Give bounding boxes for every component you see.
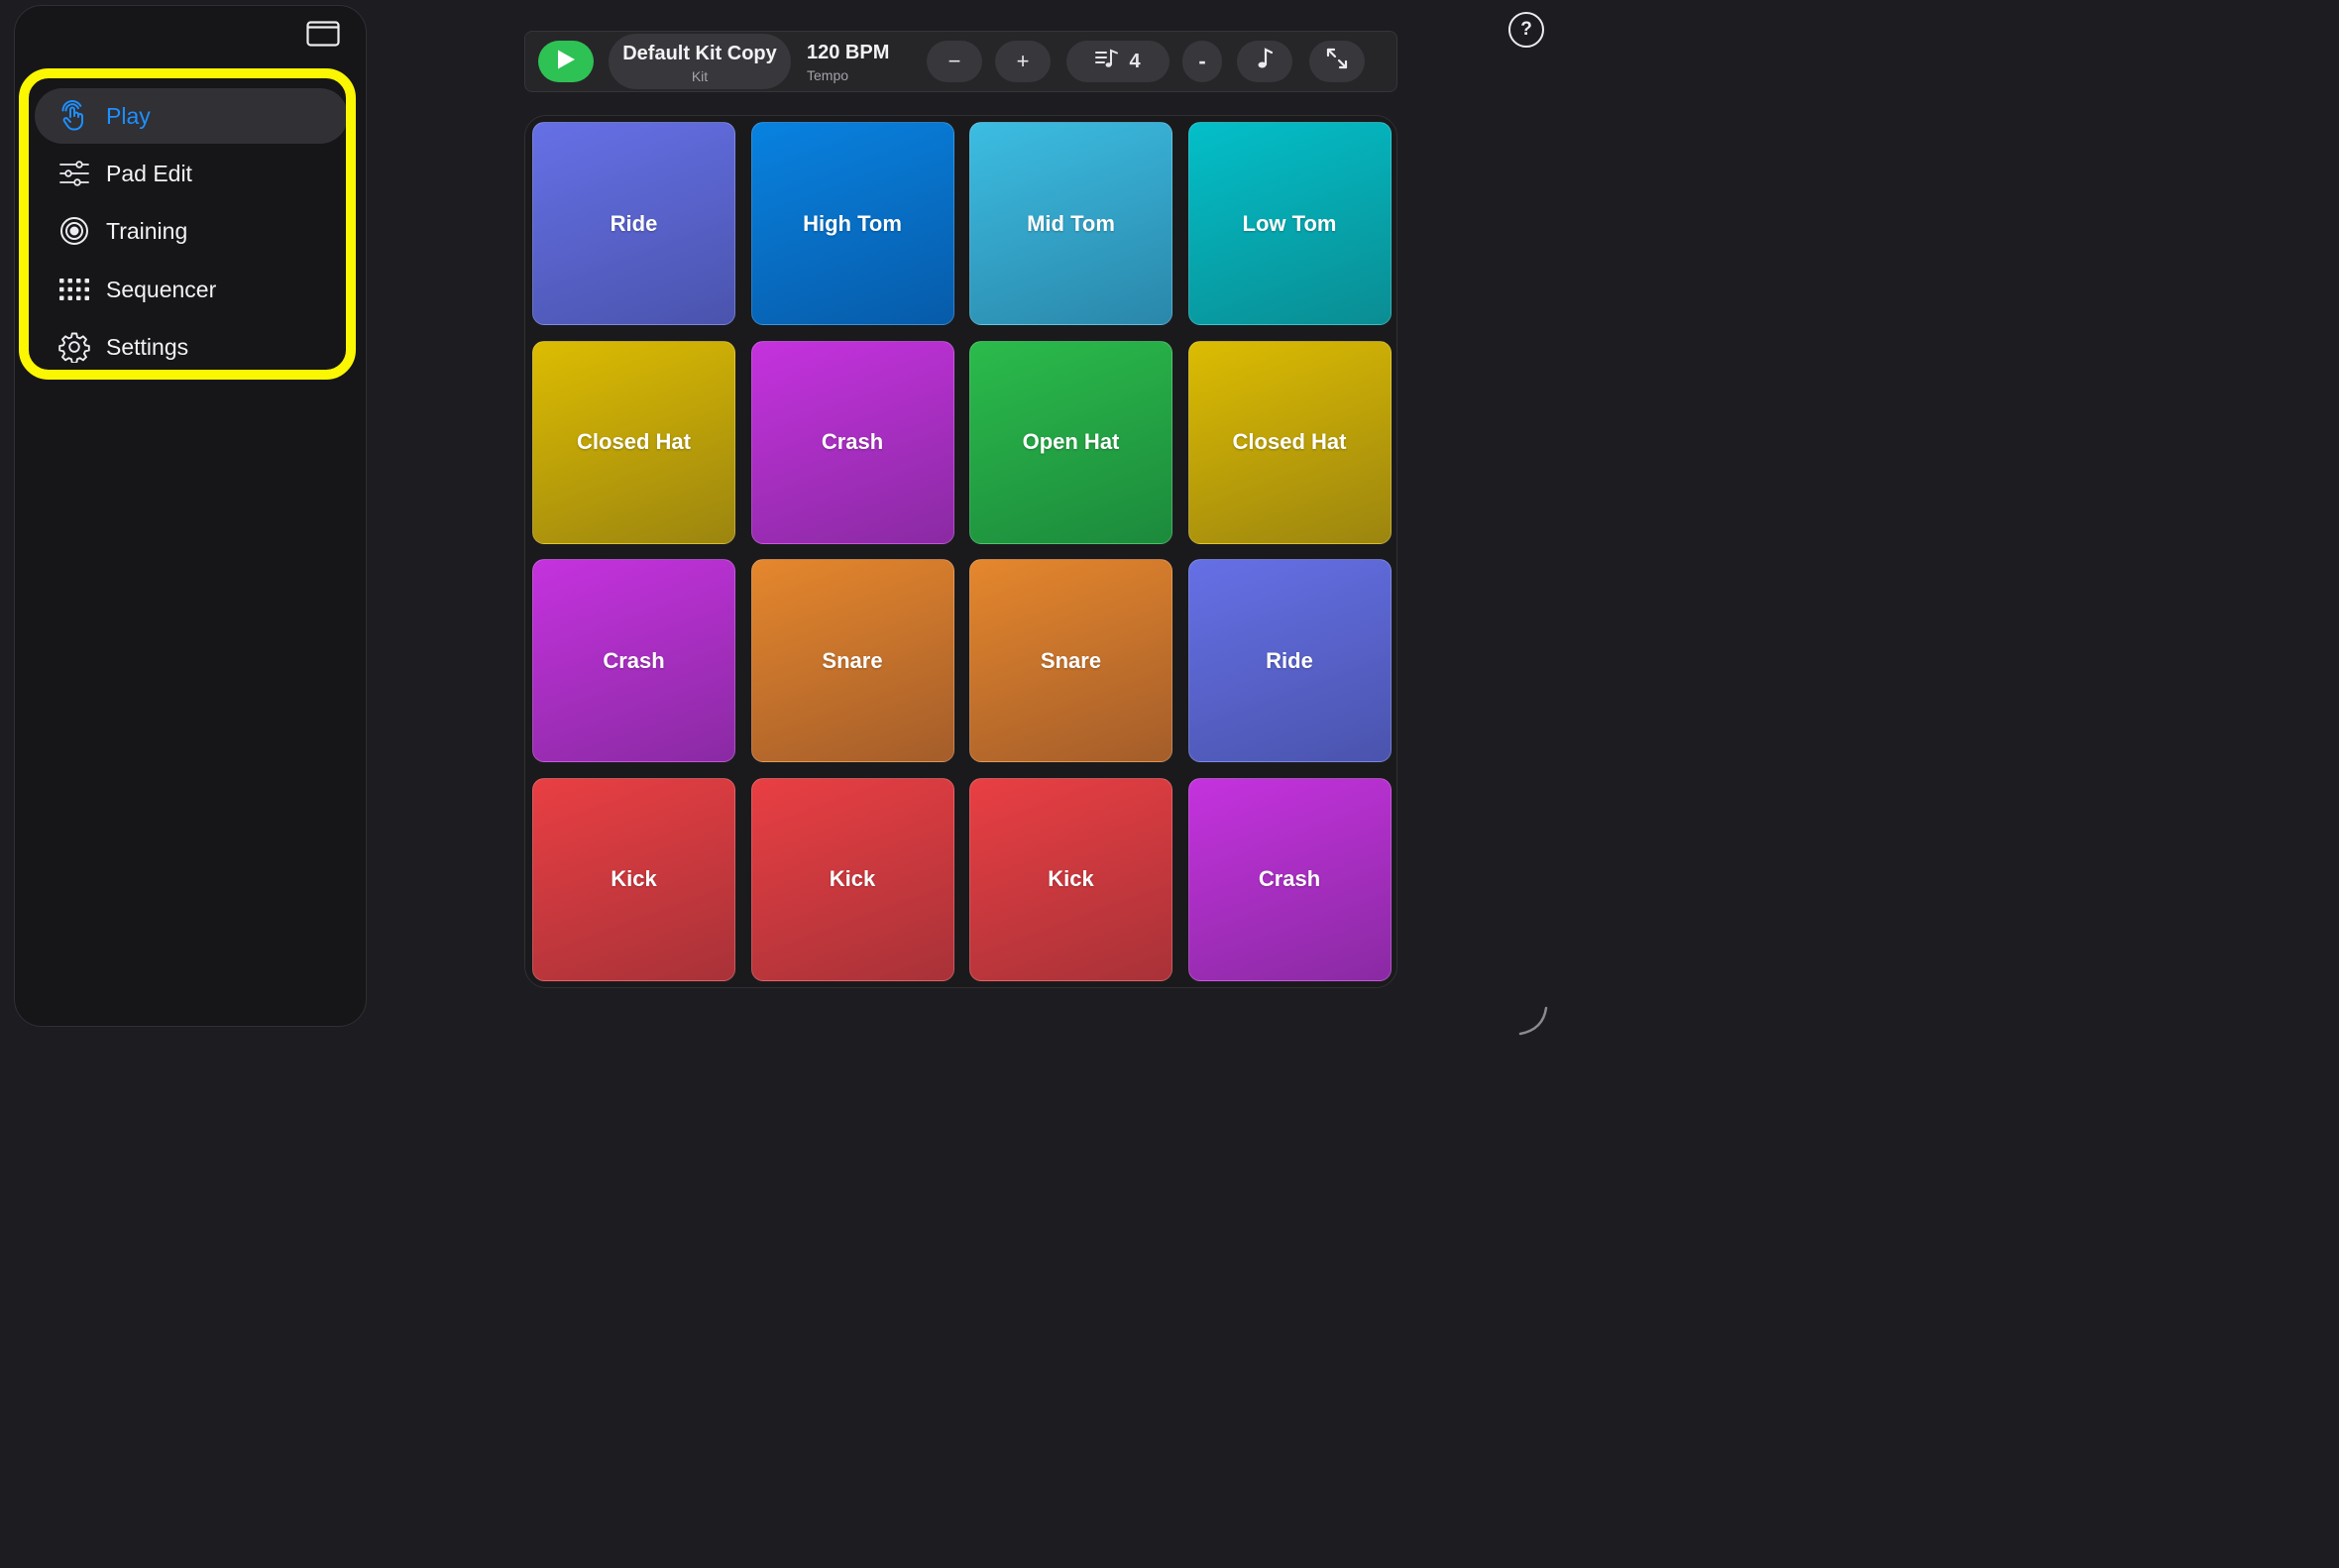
target-icon — [58, 215, 90, 247]
drum-pad[interactable]: Ride — [1187, 559, 1392, 762]
play-button[interactable] — [538, 41, 594, 82]
pad-grid: Ride High Tom Mid Tom Low Tom Closed Hat Cras… — [524, 115, 1397, 988]
expand-icon — [1325, 47, 1349, 76]
drum-pad[interactable]: Closed Hat — [532, 340, 735, 544]
sidebar-item-label: Training — [106, 217, 188, 244]
drum-pad[interactable]: Crash — [750, 340, 954, 544]
kit-label: Kit — [691, 68, 709, 84]
sidebar-item-pad-edit[interactable]: Pad Edit — [35, 146, 348, 201]
drum-pad[interactable]: Crash — [1187, 777, 1392, 981]
drum-pad[interactable]: Snare — [750, 559, 954, 762]
drum-pad[interactable]: Crash — [532, 559, 735, 762]
drum-pad[interactable]: Kick — [750, 777, 954, 981]
kit-selector-button[interactable]: Default Kit Copy Kit — [609, 34, 791, 89]
drum-pad[interactable]: Closed Hat — [1187, 340, 1392, 544]
gear-icon — [58, 331, 90, 363]
toolbar: Default Kit Copy Kit 120 BPM Tempo − + 4… — [524, 31, 1397, 92]
sidebar-item-label: Sequencer — [106, 276, 217, 302]
tempo-decrease-button[interactable]: − — [927, 41, 982, 82]
sidebar: Play Pad Edit Training Sequencer Setting… — [14, 5, 367, 1027]
drum-pad[interactable]: Kick — [969, 777, 1172, 981]
drum-pad[interactable]: Open Hat — [969, 340, 1172, 544]
drum-pad[interactable]: High Tom — [750, 122, 954, 325]
resize-handle-icon[interactable] — [1516, 1004, 1548, 1036]
sidebar-item-training[interactable]: Training — [35, 203, 348, 259]
sidebar-item-settings[interactable]: Settings — [35, 319, 348, 375]
sliders-icon — [58, 158, 90, 189]
sidebar-item-label: Play — [106, 102, 151, 129]
play-icon — [556, 49, 576, 75]
music-note-icon — [1257, 48, 1274, 75]
beats-value: 4 — [1129, 50, 1141, 72]
sidebar-item-label: Settings — [106, 333, 189, 360]
sidebar-item-label: Pad Edit — [106, 160, 192, 186]
subdivision-minus-button[interactable]: - — [1182, 41, 1222, 82]
drum-pad[interactable]: Mid Tom — [969, 122, 1172, 325]
sidebar-item-sequencer[interactable]: Sequencer — [35, 262, 348, 317]
metronome-list-icon — [1095, 48, 1119, 75]
tempo-display: 120 BPM Tempo — [807, 42, 916, 83]
kit-name: Default Kit Copy — [622, 43, 777, 64]
sidebar-item-play[interactable]: Play — [35, 88, 348, 144]
drum-pad[interactable]: Snare — [969, 559, 1172, 762]
hand-tap-icon — [58, 100, 90, 132]
fullscreen-button[interactable] — [1309, 41, 1365, 82]
tempo-value: 120 BPM — [807, 42, 890, 63]
help-button[interactable]: ? — [1508, 12, 1544, 48]
note-button[interactable] — [1237, 41, 1292, 82]
beats-button[interactable]: 4 — [1066, 41, 1170, 82]
tempo-label: Tempo — [807, 67, 849, 83]
drum-pad[interactable]: Ride — [532, 122, 735, 325]
tempo-increase-button[interactable]: + — [995, 41, 1051, 82]
drum-pad[interactable]: Kick — [532, 777, 735, 981]
grid-dots-icon — [58, 274, 90, 305]
sidebar-toggle-icon[interactable] — [306, 21, 340, 47]
drum-pad[interactable]: Low Tom — [1187, 122, 1392, 325]
